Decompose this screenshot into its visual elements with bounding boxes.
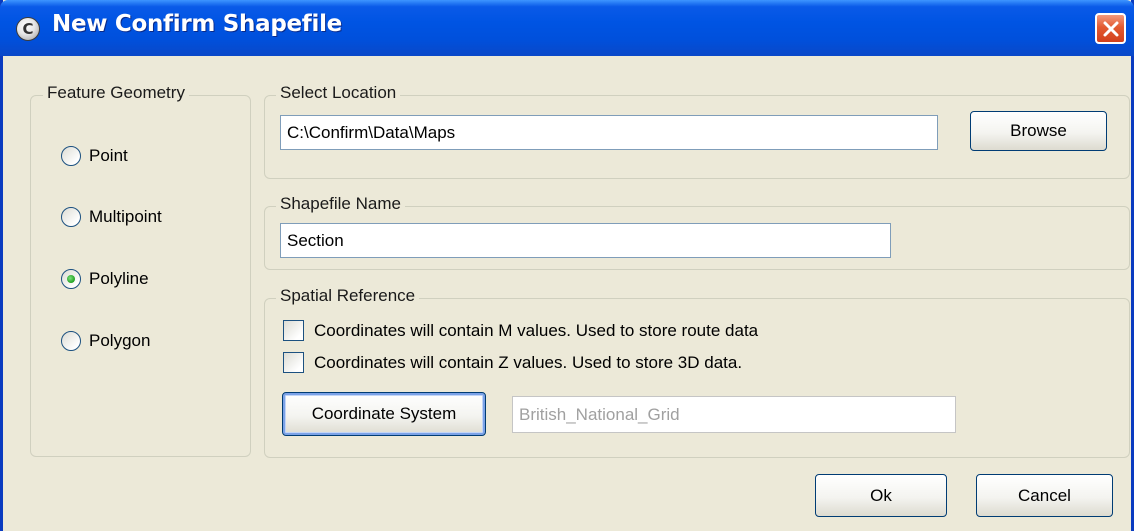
z-values-option[interactable]: Coordinates will contain Z values. Used … [283, 352, 742, 373]
coordinate-system-field: British_National_Grid [512, 396, 956, 433]
feature-geometry-group: Feature Geometry Point Multipoint Polyli… [30, 83, 251, 457]
radio-multipoint-label: Multipoint [89, 207, 162, 226]
m-values-option[interactable]: Coordinates will contain M values. Used … [283, 320, 758, 341]
close-button[interactable] [1095, 13, 1126, 44]
radio-point-label: Point [89, 146, 128, 165]
m-values-checkbox[interactable] [283, 320, 304, 341]
cancel-button[interactable]: Cancel [976, 474, 1113, 517]
radio-polyline[interactable] [61, 269, 81, 289]
select-location-legend: Select Location [276, 83, 401, 103]
radio-option-polyline[interactable]: Polyline [61, 269, 149, 289]
m-values-label: Coordinates will contain M values. Used … [314, 320, 759, 340]
radio-polygon-label: Polygon [89, 331, 151, 350]
z-values-checkbox[interactable] [283, 352, 304, 373]
dialog-window: C New Confirm Shapefile Feature Geometry… [0, 0, 1134, 531]
shapefile-name-input[interactable]: Section [280, 223, 891, 258]
radio-polygon[interactable] [61, 331, 81, 351]
title-bar[interactable]: C New Confirm Shapefile [0, 0, 1134, 56]
radio-polyline-label: Polyline [89, 269, 149, 288]
z-values-label: Coordinates will contain Z values. Used … [314, 352, 743, 372]
browse-button[interactable]: Browse [970, 111, 1107, 151]
window-title: New Confirm Shapefile [52, 11, 342, 37]
radio-multipoint[interactable] [61, 207, 81, 227]
close-icon [1103, 21, 1118, 36]
shapefile-name-legend: Shapefile Name [276, 194, 405, 214]
radio-option-polygon[interactable]: Polygon [61, 331, 150, 351]
radio-option-multipoint[interactable]: Multipoint [61, 207, 162, 227]
radio-point[interactable] [61, 146, 81, 166]
location-input[interactable]: C:\Confirm\Data\Maps [280, 115, 938, 150]
radio-option-point[interactable]: Point [61, 146, 128, 166]
app-icon: C [16, 17, 40, 41]
ok-button[interactable]: Ok [815, 474, 947, 517]
spatial-reference-legend: Spatial Reference [276, 286, 420, 306]
coordinate-system-button[interactable]: Coordinate System [282, 392, 486, 436]
feature-geometry-legend: Feature Geometry [43, 83, 189, 103]
